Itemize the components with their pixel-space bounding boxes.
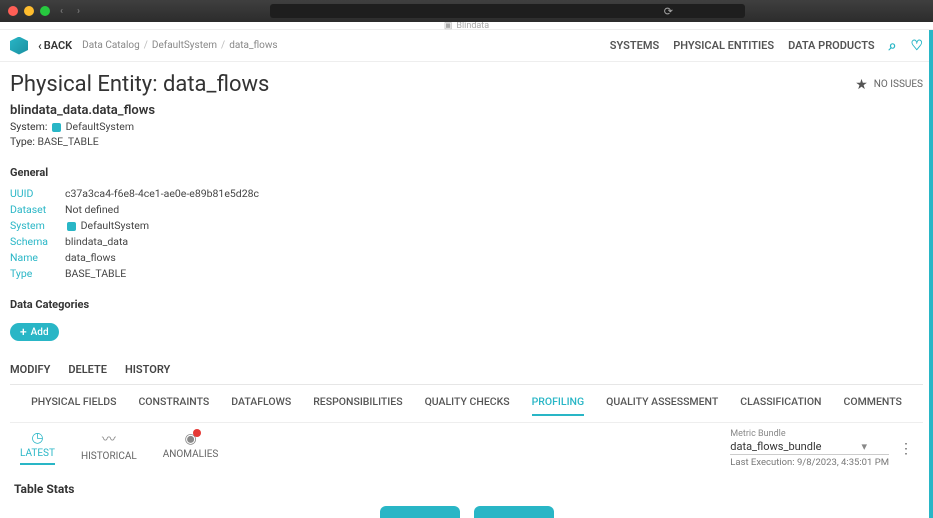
page-content: Physical Entity: data_flows ★ NO ISSUES … — [0, 62, 933, 518]
data-categories-heading: Data Categories — [10, 298, 923, 311]
tab-profiling[interactable]: PROFILING — [532, 395, 585, 416]
entity-tabs: PHYSICAL FIELDS CONSTRAINTS DATAFLOWS RE… — [10, 385, 923, 423]
window-minimize-dot[interactable] — [24, 6, 34, 16]
last-execution: Last Execution: 9/8/2023, 4:35:01 PM — [730, 457, 889, 468]
history-button[interactable]: HISTORY — [125, 363, 170, 376]
subtab-latest[interactable]: ◷ LATEST — [20, 430, 55, 465]
tab-comments[interactable]: COMMENTS — [844, 395, 902, 416]
subtab-anomalies[interactable]: ◉ ANOMALIES — [163, 431, 219, 464]
tab-classification[interactable]: CLASSIFICATION — [740, 395, 821, 416]
chart-line-icon: 〰 — [102, 429, 116, 449]
breadcrumb-item[interactable]: data_flows — [229, 40, 277, 51]
topnav-systems[interactable]: SYSTEMS — [610, 39, 659, 52]
topnav-data-products[interactable]: DATA PRODUCTS — [788, 39, 874, 52]
plus-icon: + — [20, 326, 27, 338]
app-logo-icon[interactable] — [10, 37, 28, 55]
general-row-dataset: DatasetNot defined — [10, 203, 923, 216]
search-icon[interactable]: ⌕ — [889, 38, 897, 54]
nav-back-icon[interactable]: ‹ — [56, 6, 67, 17]
caret-down-icon: ▾ — [861, 440, 867, 453]
delete-button[interactable]: DELETE — [68, 363, 107, 376]
general-row-uuid: UUIDc37a3ca4-f6e8-4ce1-ae0e-e89b81e5d28c — [10, 187, 923, 200]
more-menu-icon[interactable]: ⋮ — [899, 441, 913, 457]
tab-title: Blindata — [456, 21, 489, 31]
bundle-select[interactable]: data_flows_bundle ▾ — [730, 439, 889, 455]
entity-type-line: Type: BASE_TABLE — [10, 135, 923, 148]
subtab-historical[interactable]: 〰 HISTORICAL — [81, 429, 137, 466]
entity-system-label: System: — [10, 120, 47, 133]
window-maximize-dot[interactable] — [40, 6, 50, 16]
fingerprint-icon: ◉ — [184, 431, 196, 447]
entity-system-value[interactable]: DefaultSystem — [66, 120, 134, 133]
top-nav: SYSTEMS PHYSICAL ENTITIES DATA PRODUCTS … — [610, 38, 923, 54]
metric-bundle-box: Metric Bundle data_flows_bundle ▾ Last E… — [730, 429, 889, 468]
general-row-system: System DefaultSystem — [10, 219, 923, 232]
breadcrumb-sep: / — [221, 40, 225, 51]
general-rows: UUIDc37a3ca4-f6e8-4ce1-ae0e-e89b81e5d28c… — [10, 187, 923, 280]
tab-quality-checks[interactable]: QUALITY CHECKS — [425, 395, 510, 416]
system-badge-icon — [67, 222, 76, 231]
entity-actions: MODIFY DELETE HISTORY — [10, 363, 923, 385]
breadcrumb: Data Catalog / DefaultSystem / data_flow… — [82, 40, 277, 51]
breadcrumb-item[interactable]: DefaultSystem — [152, 40, 217, 51]
general-row-name: Namedata_flows — [10, 251, 923, 264]
general-row-schema: Schemablindata_data — [10, 235, 923, 248]
page-title: Physical Entity: data_flows — [10, 72, 269, 97]
back-label: BACK — [44, 39, 72, 52]
tab-constraints[interactable]: CONSTRAINTS — [138, 395, 209, 416]
general-row-type: TypeBASE_TABLE — [10, 267, 923, 280]
nav-forward-icon[interactable]: › — [73, 6, 84, 17]
profiling-subtabs: ◷ LATEST 〰 HISTORICAL ◉ ANOMALIES — [20, 429, 218, 466]
stat-cards: 13 Columns Count 31311 Rows Count — [10, 506, 923, 518]
app-topbar: ‹ BACK Data Catalog / DefaultSystem / da… — [0, 30, 933, 62]
general-heading: General — [10, 166, 923, 179]
issues-label: NO ISSUES — [874, 79, 923, 90]
chevron-left-icon: ‹ — [38, 39, 42, 53]
bundle-value: data_flows_bundle — [730, 440, 821, 453]
tab-physical-fields[interactable]: PHYSICAL FIELDS — [31, 395, 116, 416]
tab-dataflows[interactable]: DATAFLOWS — [231, 395, 291, 416]
breadcrumb-sep: / — [144, 40, 148, 51]
stat-card-columns: 13 Columns Count — [380, 506, 460, 518]
entity-system-line: System: DefaultSystem — [10, 120, 923, 133]
clock-icon: ◷ — [31, 430, 43, 446]
browser-tab[interactable]: ▣ Blindata — [0, 22, 933, 30]
back-button[interactable]: ‹ BACK — [38, 39, 72, 53]
tab-responsibilities[interactable]: RESPONSIBILITIES — [313, 395, 402, 416]
system-badge-icon — [52, 123, 61, 132]
url-bar[interactable] — [270, 4, 745, 18]
entity-type-value: BASE_TABLE — [37, 135, 98, 148]
bell-icon[interactable]: ♡ — [910, 38, 923, 54]
window-close-dot[interactable] — [8, 6, 18, 16]
bundle-label: Metric Bundle — [730, 429, 889, 439]
tab-quality-assessment[interactable]: QUALITY ASSESSMENT — [606, 395, 718, 416]
modify-button[interactable]: MODIFY — [10, 363, 50, 376]
add-category-button[interactable]: + Add — [10, 323, 59, 341]
table-stats-heading: Table Stats — [14, 482, 923, 496]
issues-indicator[interactable]: ★ NO ISSUES — [855, 77, 923, 93]
breadcrumb-item[interactable]: Data Catalog — [82, 40, 140, 51]
entity-type-label: Type: — [10, 135, 35, 148]
star-icon[interactable]: ★ — [855, 77, 868, 93]
tab-favicon-icon: ▣ — [444, 21, 453, 31]
reload-icon[interactable]: ⟳ — [664, 5, 673, 18]
add-category-label: Add — [31, 327, 49, 338]
topnav-physical-entities[interactable]: PHYSICAL ENTITIES — [673, 39, 774, 52]
stat-card-rows: 31311 Rows Count — [474, 506, 554, 518]
profiling-subbar: ◷ LATEST 〰 HISTORICAL ◉ ANOMALIES Metric… — [10, 423, 923, 478]
browser-chrome: ‹ › ⟳ — [0, 0, 933, 22]
entity-path: blindata_data.data_flows — [10, 103, 923, 118]
right-accent-bar — [929, 30, 933, 518]
